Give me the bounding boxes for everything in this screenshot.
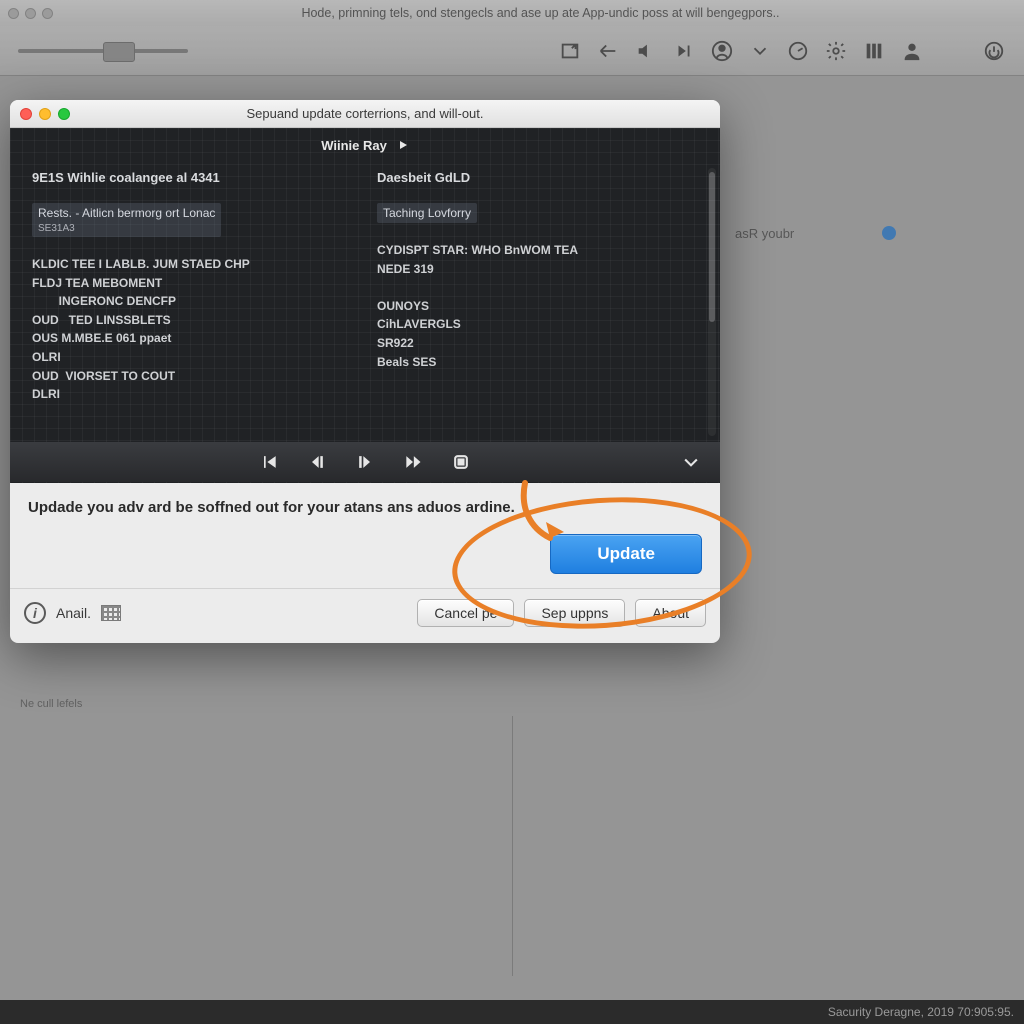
step-back-icon[interactable] <box>306 451 328 473</box>
dialog-titlebar: Sepuand update corterrions, and will-out… <box>10 100 720 128</box>
viewer-body: 9E1S Wihlie coalangee al 4341 Rests. - A… <box>10 162 720 442</box>
playback-controls <box>10 442 720 482</box>
right-credits: CYDISPT STAR: WHO BnWOM TEANEDE 319 OUNO… <box>377 241 698 371</box>
info-label: Anail. <box>56 605 91 621</box>
sep-button[interactable]: Sep uppns <box>524 599 625 627</box>
play-icon[interactable] <box>397 139 409 151</box>
viewer-left-column: 9E1S Wihlie coalangee al 4341 Rests. - A… <box>32 170 353 442</box>
viewer-panel: Wiinie Ray 9E1S Wihlie coalangee al 4341… <box>10 128 720 483</box>
left-selected-item[interactable]: Rests. - Aitlicn bermorg ort Lonac SE31A… <box>32 203 221 237</box>
collapse-icon[interactable] <box>680 451 702 473</box>
update-dialog: Sepuand update corterrions, and will-out… <box>10 100 720 643</box>
dialog-title: Sepuand update corterrions, and will-out… <box>20 106 710 121</box>
left-credits: KLDIC TEE I LABLB. JUM STAED CHPFLDJ TEA… <box>32 255 353 404</box>
right-heading: Daesbeit GdLD <box>377 170 698 185</box>
stop-icon[interactable] <box>450 451 472 473</box>
left-heading: 9E1S Wihlie coalangee al 4341 <box>32 170 353 185</box>
about-button[interactable]: About <box>635 599 706 627</box>
viewer-header: Wiinie Ray <box>10 128 720 162</box>
dialog-message: Updade you adv ard be soffned out for yo… <box>28 499 702 516</box>
skip-back-icon[interactable] <box>258 451 280 473</box>
cancel-button[interactable]: Cancel pe <box>417 599 514 627</box>
right-selected-item[interactable]: Taching Lovforry <box>377 203 477 223</box>
fast-forward-icon[interactable] <box>402 451 424 473</box>
grid-icon[interactable] <box>101 605 121 621</box>
viewer-right-column: Daesbeit GdLD Taching Lovforry CYDISPT S… <box>377 170 698 442</box>
viewer-title: Wiinie Ray <box>321 138 387 153</box>
info-icon[interactable]: i <box>24 602 46 624</box>
step-forward-icon[interactable] <box>354 451 376 473</box>
update-button[interactable]: Update <box>550 534 702 574</box>
viewer-scrollbar[interactable] <box>708 168 716 436</box>
